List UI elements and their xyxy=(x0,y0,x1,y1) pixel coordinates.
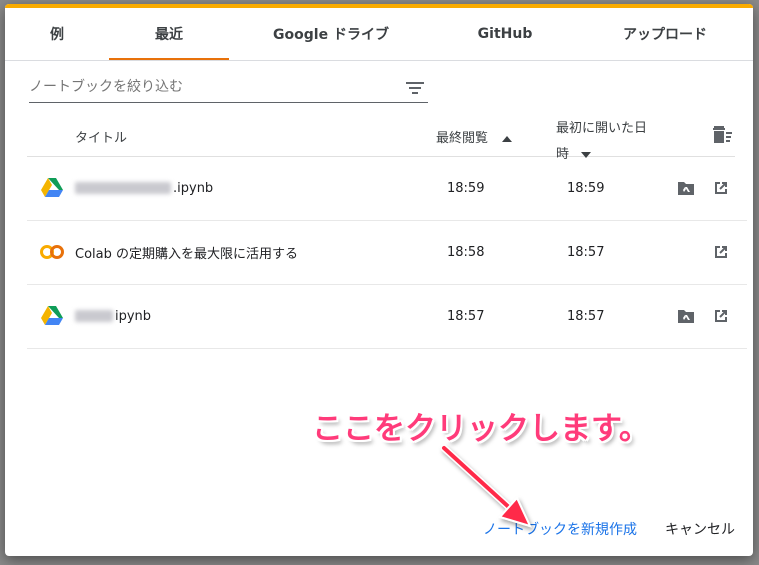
drive-folder-icon[interactable] xyxy=(676,306,696,326)
redacted-text xyxy=(75,182,171,194)
tab-github[interactable]: GitHub xyxy=(433,8,577,60)
first-opened-value: 18:57 xyxy=(567,244,605,260)
tab-recent[interactable]: 最近 xyxy=(109,8,229,60)
tab-upload[interactable]: アップロード xyxy=(577,8,753,60)
open-in-new-tab-icon[interactable] xyxy=(711,242,731,262)
open-in-new-tab-icon[interactable] xyxy=(711,306,731,326)
last-viewed-value: 18:58 xyxy=(447,244,485,260)
tab-bar: 例 最近 Google ドライブ GitHub アップロード xyxy=(5,8,753,61)
delete-icon[interactable] xyxy=(713,126,733,148)
tab-examples[interactable]: 例 xyxy=(5,8,109,60)
annotation-callout: ここをクリックします。 xyxy=(312,411,650,447)
redacted-text xyxy=(75,310,113,322)
filter-input[interactable] xyxy=(29,77,389,97)
last-viewed-value: 18:59 xyxy=(447,180,485,196)
colab-icon xyxy=(39,220,65,284)
google-drive-icon xyxy=(41,284,63,348)
table-row[interactable]: Colab の定期購入を最大限に活用する 18:58 18:57 xyxy=(27,220,747,285)
sort-ascending-icon xyxy=(502,135,513,142)
table-row[interactable]: ipynb 18:57 18:57 xyxy=(27,284,747,349)
cancel-button[interactable]: キャンセル xyxy=(665,519,735,539)
table-row[interactable]: .ipynb 18:59 18:59 xyxy=(27,156,747,221)
first-opened-value: 18:59 xyxy=(567,180,605,196)
filter-field xyxy=(29,76,428,103)
column-title[interactable]: タイトル xyxy=(75,127,127,146)
table-header: タイトル 最終閲覧 最初に開いた日時 xyxy=(27,112,735,162)
column-last-viewed[interactable]: 最終閲覧 xyxy=(436,127,513,146)
new-notebook-button[interactable]: ノートブックを新規作成 xyxy=(483,519,637,539)
tab-google-drive[interactable]: Google ドライブ xyxy=(229,8,433,60)
drive-folder-icon[interactable] xyxy=(676,178,696,198)
first-opened-value: 18:57 xyxy=(567,308,605,324)
notebook-title[interactable]: Colab の定期購入を最大限に活用する xyxy=(75,220,298,284)
open-in-new-tab-icon[interactable] xyxy=(711,178,731,198)
notebook-title[interactable]: ipynb xyxy=(75,284,151,348)
filter-list-icon[interactable] xyxy=(406,80,424,99)
open-notebook-dialog: 例 最近 Google ドライブ GitHub アップロード タイトル 最終閲覧… xyxy=(5,4,753,556)
last-viewed-value: 18:57 xyxy=(447,308,485,324)
notebook-title[interactable]: .ipynb xyxy=(75,156,213,220)
google-drive-icon xyxy=(41,156,63,220)
